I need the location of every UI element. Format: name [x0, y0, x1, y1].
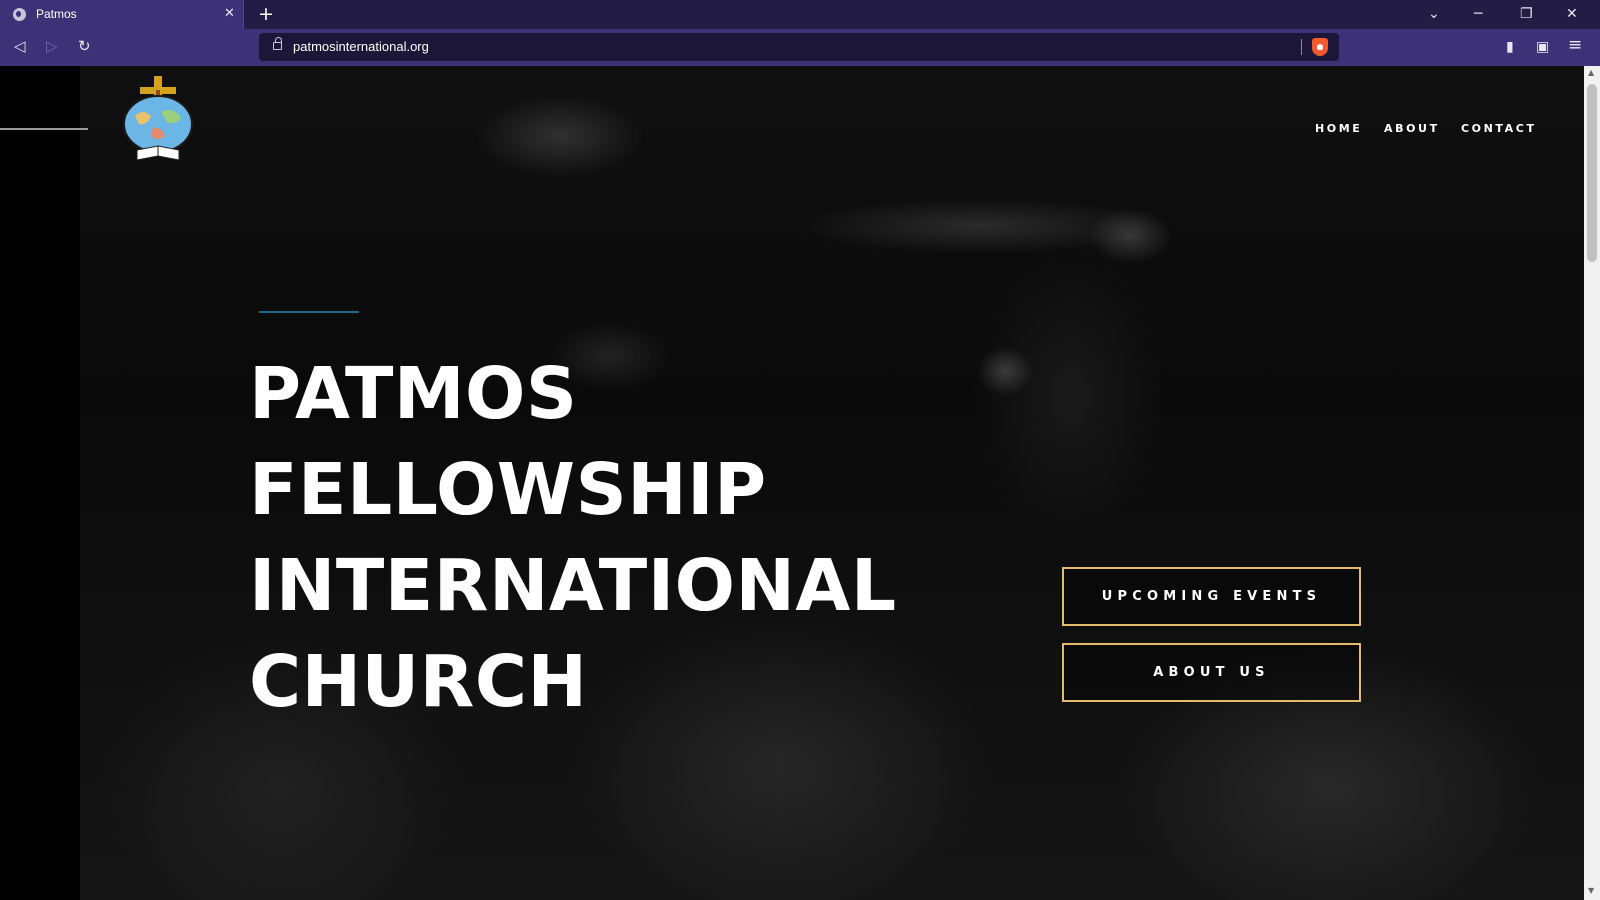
browser-tab-strip: Patmos ✕ + ⌄ ─ ❐ ✕: [0, 0, 1600, 29]
scroll-down-arrow-icon[interactable]: ▼: [1588, 886, 1594, 895]
address-bar-divider: [1301, 39, 1302, 55]
side-divider-line: [0, 128, 88, 130]
hero-title-line: FELLOWSHIP: [249, 448, 767, 531]
wallet-icon[interactable]: ▣: [1536, 38, 1549, 56]
forward-icon[interactable]: ▷: [46, 37, 58, 55]
church-logo[interactable]: [123, 76, 193, 164]
restore-window-icon[interactable]: ❐: [1520, 5, 1533, 23]
browser-tab[interactable]: Patmos ✕: [0, 0, 244, 29]
nav-home-link[interactable]: HOME: [1315, 122, 1362, 135]
minimize-window-icon[interactable]: ─: [1474, 5, 1482, 23]
url-text[interactable]: patmosinternational.org: [293, 39, 429, 54]
nav-contact-link[interactable]: CONTACT: [1461, 122, 1537, 135]
back-icon[interactable]: ◁: [14, 37, 26, 55]
title-accent-line: [259, 311, 359, 313]
globe-icon: [13, 8, 26, 21]
hero-title-line: CHURCH: [249, 640, 588, 723]
hero-title-line: INTERNATIONAL: [249, 544, 897, 627]
close-window-icon[interactable]: ✕: [1566, 5, 1578, 23]
upcoming-events-button[interactable]: UPCOMING EVENTS: [1062, 567, 1361, 626]
page-scrollbar[interactable]: ▲ ▼: [1584, 66, 1600, 900]
about-us-button[interactable]: ABOUT US: [1062, 643, 1361, 702]
brave-shields-icon[interactable]: [1312, 38, 1328, 56]
browser-toolbar: ◁ ▷ ↻ patmosinternational.org ▮ ▣ ≡: [0, 29, 1600, 66]
menu-icon[interactable]: ≡: [1568, 36, 1582, 54]
close-tab-icon[interactable]: ✕: [224, 5, 235, 23]
web-page: HOME ABOUT CONTACT PATMOS FELLOWSHIP INT…: [0, 66, 1584, 900]
lock-icon[interactable]: [273, 37, 282, 50]
sidebar-toggle-icon[interactable]: ▮: [1506, 38, 1514, 56]
reload-icon[interactable]: ↻: [78, 37, 91, 55]
address-bar[interactable]: patmosinternational.org: [259, 33, 1339, 61]
tab-title: Patmos: [36, 7, 77, 21]
hero-title-line: PATMOS: [249, 352, 578, 435]
new-tab-icon[interactable]: +: [258, 3, 274, 25]
scroll-up-arrow-icon[interactable]: ▲: [1588, 68, 1594, 77]
nav-about-link[interactable]: ABOUT: [1384, 122, 1440, 135]
tab-list-chevron-icon[interactable]: ⌄: [1428, 5, 1440, 23]
hero-title: PATMOS FELLOWSHIP INTERNATIONAL CHURCH: [249, 346, 949, 730]
scrollbar-thumb[interactable]: [1587, 84, 1597, 262]
